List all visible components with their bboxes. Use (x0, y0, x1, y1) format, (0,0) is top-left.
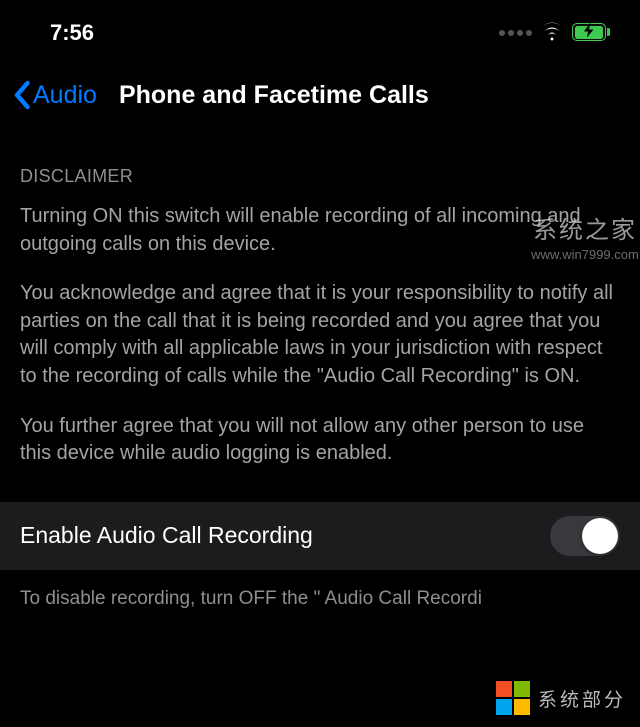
cellular-icon (499, 30, 532, 36)
enable-recording-row: Enable Audio Call Recording (0, 502, 640, 570)
disclaimer-header: DISCLAIMER (0, 140, 640, 203)
back-label: Audio (33, 81, 97, 110)
microsoft-logo-icon (496, 681, 530, 715)
footer-help-text: To disable recording, turn OFF the " Aud… (0, 570, 640, 613)
status-indicators (499, 21, 610, 46)
wifi-icon (540, 21, 564, 46)
watermark-bottom-text: 系统部分 (538, 685, 626, 712)
toggle-knob (582, 518, 618, 554)
watermark-bottom: 系统部分 (496, 681, 626, 715)
watermark-top-url: www.win7999.com (530, 247, 640, 262)
disclaimer-paragraph-2: You acknowledge and agree that it is you… (0, 280, 640, 412)
navigation-bar: Audio Phone and Facetime Calls (0, 58, 640, 140)
battery-charging-icon (584, 24, 594, 41)
page-title: Phone and Facetime Calls (119, 81, 429, 110)
watermark-top: 系统之家 www.win7999.com (530, 210, 640, 262)
disclaimer-paragraph-3: You further agree that you will not allo… (0, 413, 640, 490)
chevron-left-icon (12, 80, 31, 110)
status-bar: 7:56 (0, 0, 640, 58)
toggle-label: Enable Audio Call Recording (20, 522, 313, 549)
back-button[interactable]: Audio (12, 80, 97, 110)
battery-icon (572, 23, 610, 43)
status-time: 7:56 (50, 20, 94, 46)
enable-recording-toggle[interactable] (550, 516, 620, 556)
watermark-top-text: 系统之家 (530, 210, 640, 245)
